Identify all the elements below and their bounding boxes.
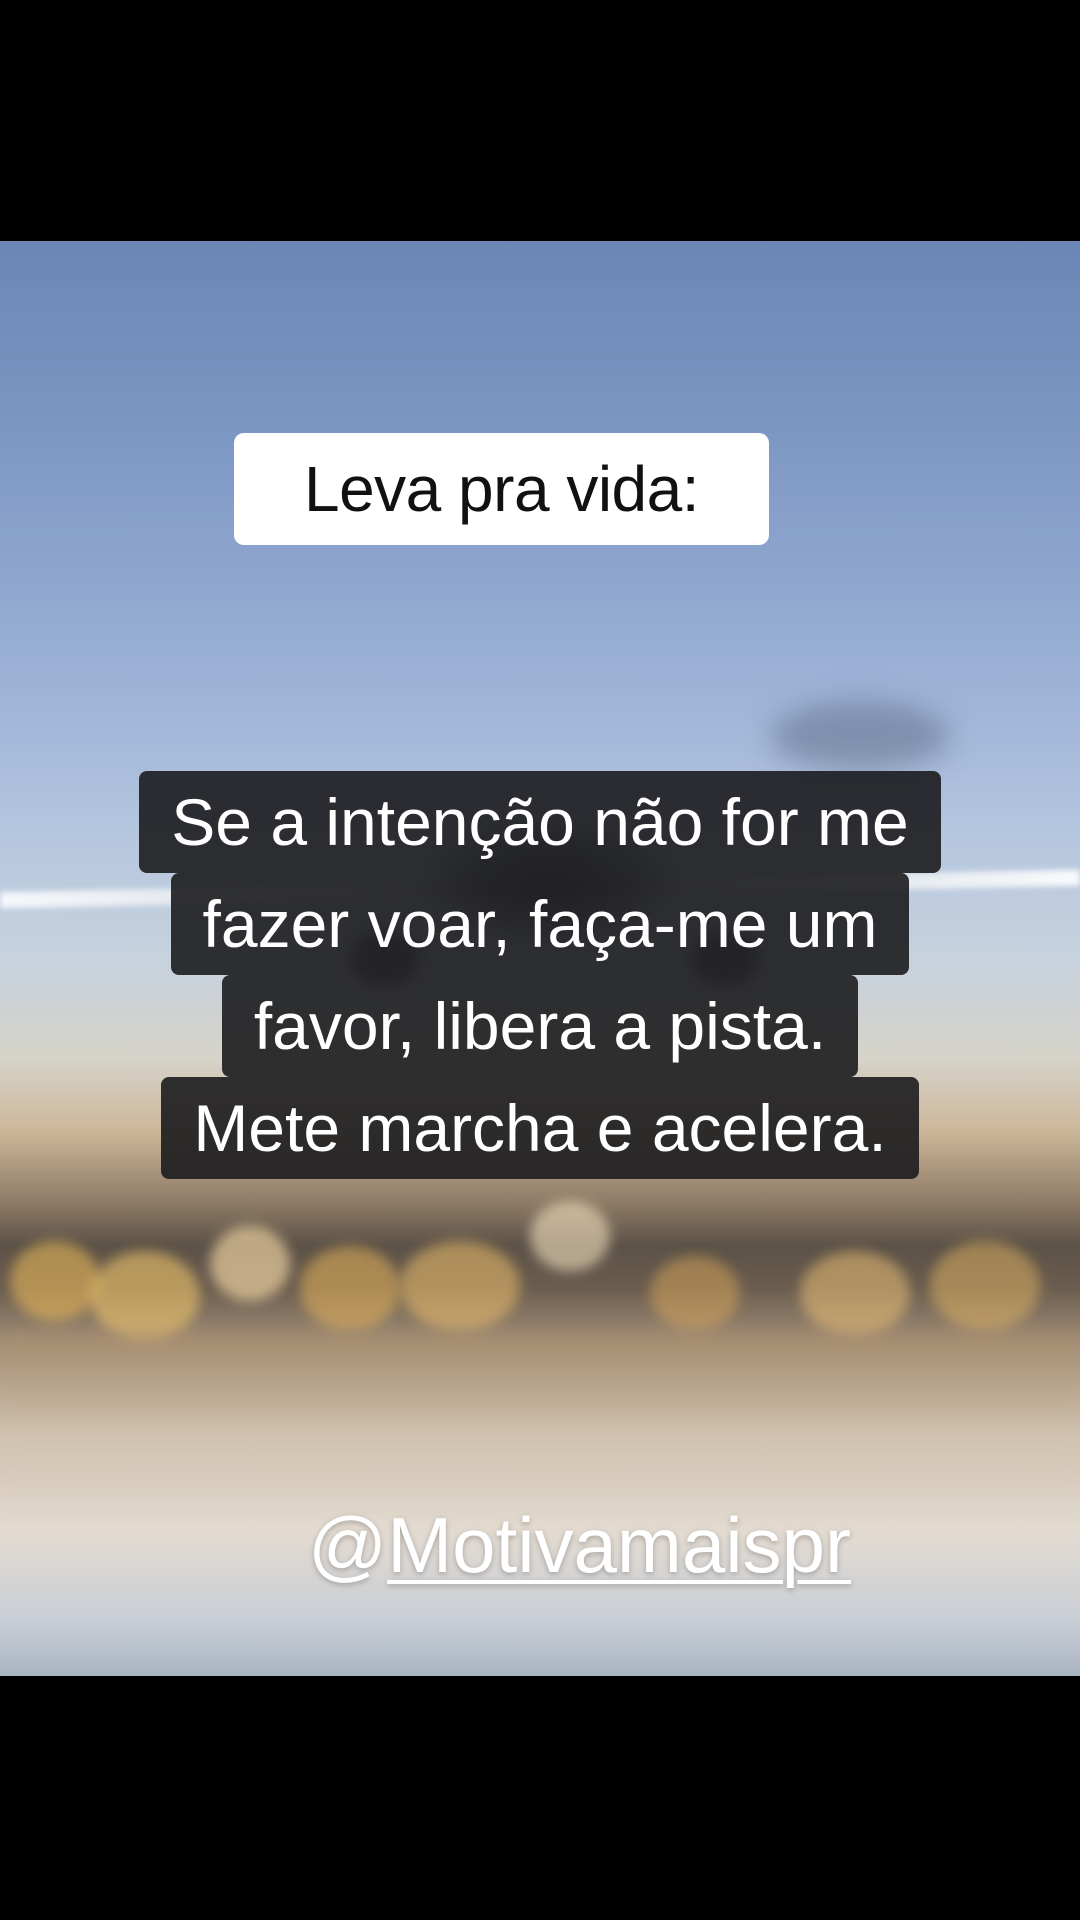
quote-line: fazer voar, faça-me um bbox=[170, 873, 910, 975]
bokeh-light bbox=[800, 1251, 910, 1336]
caption-label-text: Leva pra vida: bbox=[303, 453, 700, 525]
video-frame: Leva pra vida: Se a intenção não for me … bbox=[0, 0, 1080, 1920]
bokeh-light bbox=[930, 1241, 1040, 1331]
runway-reflection bbox=[0, 1331, 1080, 1511]
bokeh-light bbox=[90, 1251, 200, 1341]
handle-name[interactable]: Motivamaispr bbox=[387, 1501, 851, 1589]
bokeh-light bbox=[10, 1241, 100, 1321]
quote-text-block: Se a intenção não for me fazer voar, faç… bbox=[0, 771, 1080, 1179]
caption-label-box: Leva pra vida: bbox=[234, 433, 769, 545]
airplane-tail-blur bbox=[770, 701, 950, 771]
quote-line: favor, libera a pista. bbox=[221, 975, 859, 1077]
bokeh-light bbox=[530, 1201, 610, 1271]
bokeh-light bbox=[300, 1246, 400, 1331]
bokeh-light bbox=[400, 1241, 520, 1331]
bokeh-light bbox=[210, 1226, 290, 1301]
quote-line: Se a intenção não for me bbox=[139, 771, 941, 873]
letterbox-top bbox=[0, 0, 1080, 241]
creator-handle[interactable]: @Motivamaispr bbox=[308, 1500, 851, 1591]
letterbox-bottom bbox=[0, 1676, 1080, 1920]
handle-at-sign: @ bbox=[308, 1501, 388, 1589]
quote-line: Mete marcha e acelera. bbox=[161, 1077, 919, 1179]
bokeh-light bbox=[650, 1256, 740, 1331]
